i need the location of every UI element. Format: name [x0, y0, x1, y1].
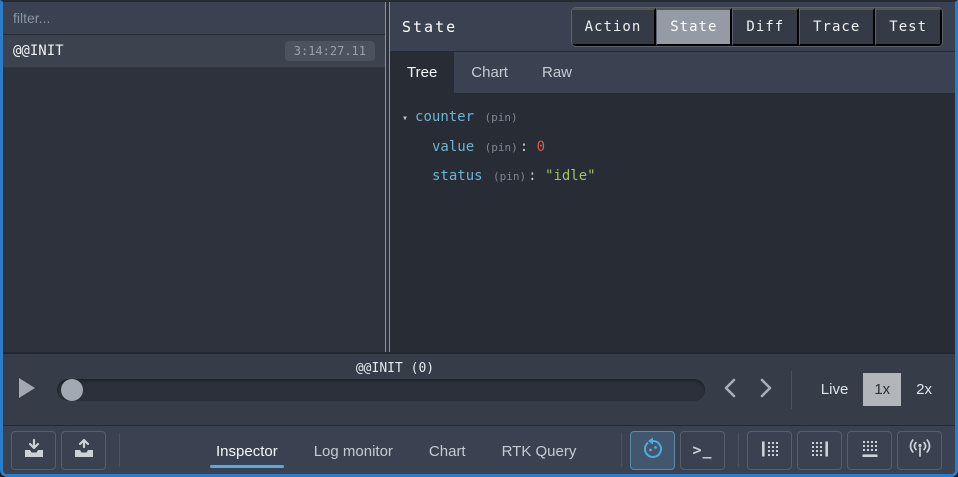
- tab-action[interactable]: Action: [572, 8, 657, 46]
- dock-left-button[interactable]: [747, 431, 792, 470]
- chevron-right-icon: [759, 377, 773, 402]
- play-button[interactable]: [17, 377, 41, 403]
- devtools-window: @@INIT 3:14:27.11 State Action State Dif…: [0, 0, 958, 477]
- actions-divider: [621, 433, 622, 467]
- tab-inspector[interactable]: Inspector: [214, 431, 280, 470]
- export-button[interactable]: [61, 431, 106, 470]
- remote-button[interactable]: [897, 431, 942, 470]
- tab-state[interactable]: State: [656, 8, 732, 46]
- tab-rtk-query[interactable]: RTK Query: [500, 431, 579, 470]
- tab-chart[interactable]: Chart: [427, 431, 468, 470]
- live-button[interactable]: Live: [812, 374, 858, 405]
- speed-1x-button[interactable]: 1x: [863, 373, 901, 406]
- subtab-raw[interactable]: Raw: [525, 52, 589, 93]
- bottom-bar: Inspector Log monitor Chart RTK Query >_: [3, 425, 955, 474]
- dock-right-button[interactable]: [797, 431, 842, 470]
- action-list-panel: @@INIT 3:14:27.11: [3, 2, 385, 352]
- tab-diff[interactable]: Diff: [732, 8, 799, 46]
- tree-meta: (pin): [493, 170, 526, 183]
- dock-bottom-icon: [859, 438, 881, 463]
- tree-value-number: 0: [537, 139, 545, 155]
- tree-node-counter[interactable]: ▾ counter (pin): [402, 103, 943, 133]
- action-list-item[interactable]: @@INIT 3:14:27.11: [3, 35, 385, 68]
- tree-node-value[interactable]: value (pin): 0: [402, 133, 943, 162]
- dispatcher-button[interactable]: >_: [680, 431, 725, 470]
- inspector-header: State Action State Diff Trace Test: [390, 2, 955, 51]
- broadcast-icon: [908, 438, 932, 463]
- tree-colon: :: [528, 168, 536, 184]
- seek-slider[interactable]: [57, 379, 705, 401]
- tree-meta: (pin): [485, 141, 518, 154]
- bottom-bar-actions: >_: [613, 431, 947, 470]
- tab-test[interactable]: Test: [875, 8, 942, 46]
- filter-input[interactable]: [13, 10, 375, 26]
- chevron-left-icon: [723, 377, 737, 402]
- tree-value-string: "idle": [545, 168, 596, 184]
- step-back-button[interactable]: [719, 373, 741, 406]
- speed-2x-button[interactable]: 2x: [907, 374, 941, 405]
- dock-left-icon: [759, 438, 781, 463]
- bottom-bar-divider: [119, 433, 120, 467]
- tree-node-status[interactable]: status (pin): "idle": [402, 162, 943, 191]
- action-name: @@INIT: [13, 43, 285, 59]
- subtab-chart[interactable]: Chart: [454, 52, 525, 93]
- tree-key: value: [432, 139, 474, 155]
- terminal-icon: >_: [692, 441, 712, 459]
- inspector-title: State: [402, 18, 457, 36]
- import-button[interactable]: [11, 431, 56, 470]
- caret-down-icon: ▾: [402, 113, 408, 124]
- tree-colon: :: [520, 139, 528, 155]
- inspector-subtab-bar: Tree Chart Raw: [390, 51, 955, 93]
- filter-row: [3, 2, 385, 35]
- tree-key: counter: [415, 109, 474, 125]
- tab-log-monitor[interactable]: Log monitor: [312, 431, 395, 470]
- dock-right-icon: [809, 438, 831, 463]
- download-tray-icon: [22, 438, 46, 463]
- playback-bar: @@INIT (0) Live 1x 2x: [3, 352, 955, 425]
- monitor-tabs: Inspector Log monitor Chart RTK Query: [214, 431, 578, 470]
- action-timestamp: 3:14:27.11: [285, 41, 375, 61]
- seek-slider-thumb[interactable]: [61, 379, 83, 401]
- inspector-tab-group: Action State Diff Trace Test: [571, 7, 943, 47]
- playback-position-label: @@INIT (0): [356, 361, 434, 376]
- inspector-panel: State Action State Diff Trace Test Tree …: [390, 2, 955, 352]
- tree-key: status: [432, 168, 483, 184]
- tree-meta: (pin): [484, 111, 517, 124]
- upload-tray-icon: [72, 438, 96, 463]
- dock-bottom-button[interactable]: [847, 431, 892, 470]
- main-area: @@INIT 3:14:27.11 State Action State Dif…: [3, 2, 955, 352]
- play-icon: [17, 376, 37, 403]
- playback-divider: [791, 371, 792, 409]
- dock-divider: [738, 433, 739, 467]
- subtab-tree[interactable]: Tree: [390, 52, 454, 93]
- tab-trace[interactable]: Trace: [799, 8, 875, 46]
- state-tree: ▾ counter (pin) value (pin): 0 status (pi…: [390, 93, 955, 352]
- record-toggle-button[interactable]: [630, 431, 675, 470]
- stopwatch-icon: [641, 437, 665, 464]
- step-forward-button[interactable]: [755, 373, 777, 406]
